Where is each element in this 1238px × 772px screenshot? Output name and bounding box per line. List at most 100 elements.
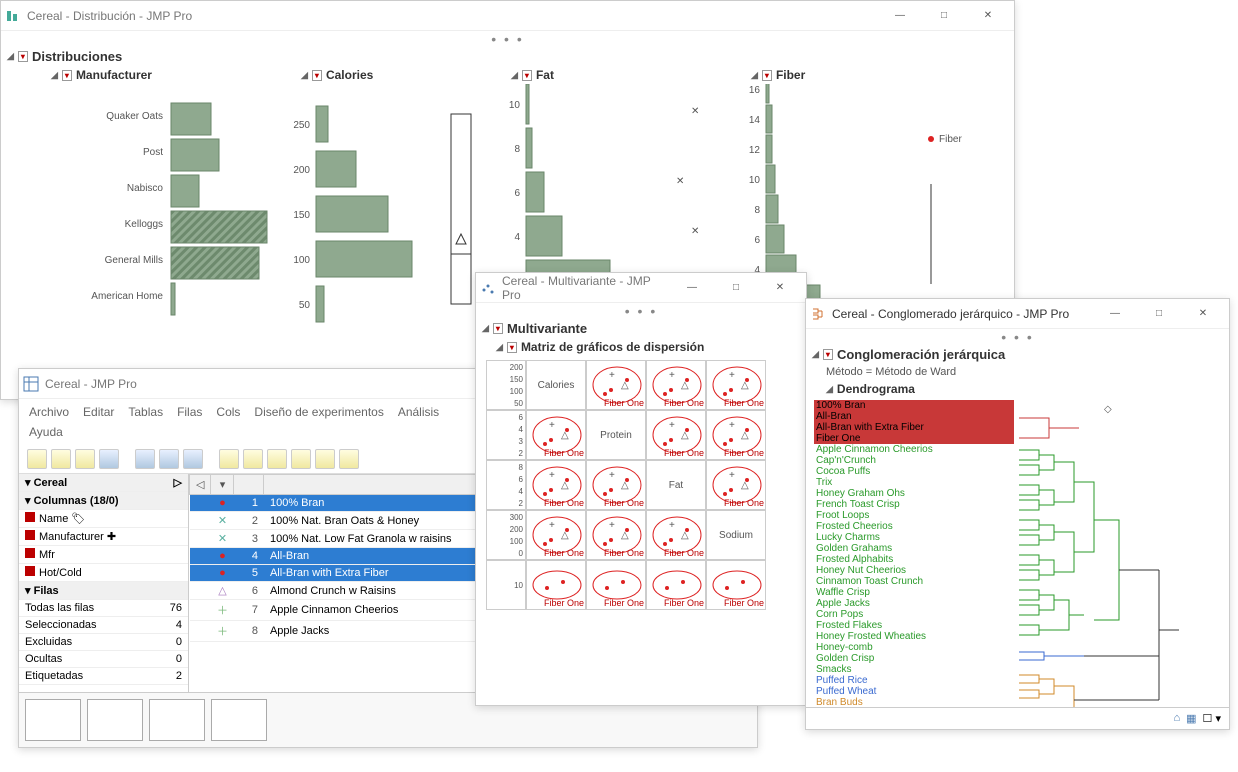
manufacturer-chart[interactable]: Quaker OatsPostNabiscoKelloggsGeneral Mi… [31, 84, 281, 334]
dendro-item[interactable]: Honey-comb [814, 642, 1014, 653]
thumb-2[interactable] [87, 699, 143, 741]
tb-script[interactable] [339, 449, 359, 469]
dendro-item[interactable]: Frosted Flakes [814, 620, 1014, 631]
distribuciones-header[interactable]: ◢ ▾ Distribuciones [1, 47, 1014, 66]
dendro-item[interactable]: Frosted Alphabits [814, 554, 1014, 565]
dendro-item[interactable]: Fiber One [814, 433, 1014, 444]
dendrogram-header[interactable]: ◢Dendrograma [806, 380, 1229, 398]
thumb-3[interactable] [149, 699, 205, 741]
close-button[interactable]: ✕ [758, 274, 802, 302]
tb-save2[interactable] [99, 449, 119, 469]
dendro-item[interactable]: Frosted Cheerios [814, 521, 1014, 532]
filas-header[interactable]: ▾ Filas [19, 582, 188, 600]
dendrogram-tree[interactable]: ◇ [1014, 400, 1194, 707]
dendro-item[interactable]: Bran Buds [814, 697, 1014, 707]
layout-icon[interactable]: ▦ [1186, 712, 1196, 725]
dendro-item[interactable]: Trix [814, 477, 1014, 488]
col-manufacturer[interactable]: Manufacturer ✚ [19, 528, 188, 546]
stat-sel[interactable]: Seleccionadas4 [19, 617, 188, 634]
nav-left[interactable]: ◁ [190, 475, 211, 495]
tb-cut[interactable] [135, 449, 155, 469]
tb-save[interactable] [75, 449, 95, 469]
grip-dots[interactable]: • • • [806, 329, 1229, 345]
col-name[interactable]: Name 🏷 [19, 510, 188, 528]
tb-graph[interactable] [315, 449, 335, 469]
scatter-matrix-header[interactable]: ◢▾Matriz de gráficos de dispersión [476, 338, 806, 356]
scatter-matrix[interactable]: 20015010050Calories+△Fiber One+△Fiber On… [486, 360, 796, 610]
manufacturer-header[interactable]: ◢▾Manufacturer [31, 66, 281, 84]
dendro-item[interactable]: Honey Graham Ohs [814, 488, 1014, 499]
tb-paste[interactable] [183, 449, 203, 469]
minimize-button[interactable]: — [670, 274, 714, 302]
dendro-item[interactable]: Golden Grahams [814, 543, 1014, 554]
dendro-item[interactable]: Corn Pops [814, 609, 1014, 620]
maximize-button[interactable]: □ [1137, 300, 1181, 328]
tb-fit[interactable] [291, 449, 311, 469]
menu-doe[interactable]: Diseño de experimentos [254, 405, 383, 419]
dendro-item[interactable]: Lucky Charms [814, 532, 1014, 543]
tb-open[interactable] [51, 449, 71, 469]
dendro-item[interactable]: Cocoa Puffs [814, 466, 1014, 477]
menu-analisis[interactable]: Análisis [398, 405, 439, 419]
maximize-button[interactable]: □ [922, 2, 966, 30]
grip-dots[interactable]: • • • [1, 31, 1014, 47]
thumb-4[interactable] [211, 699, 267, 741]
dendro-item[interactable]: Cap'n'Crunch [814, 455, 1014, 466]
columns-header[interactable]: ▾ Columnas (18/0) [19, 492, 188, 510]
menu-filas[interactable]: Filas [177, 405, 202, 419]
menu-editar[interactable]: Editar [83, 405, 114, 419]
stat-todas[interactable]: Todas las filas76 [19, 600, 188, 617]
multivariate-window[interactable]: Cereal - Multivariante - JMP Pro — □ ✕ •… [475, 272, 807, 706]
dendro-item[interactable]: 100% Bran [814, 400, 1014, 411]
disclosure-icon[interactable]: ◢ [7, 51, 14, 62]
dendro-item[interactable]: Puffed Rice [814, 675, 1014, 686]
minimize-button[interactable]: — [1093, 300, 1137, 328]
home-icon[interactable]: ⌂ [1173, 712, 1180, 725]
tb-grid[interactable] [219, 449, 239, 469]
minimize-button[interactable]: — [878, 2, 922, 30]
cluster-section-header[interactable]: ◢▾Conglomeración jerárquica [806, 345, 1229, 364]
dendro-item[interactable]: Honey Frosted Wheaties [814, 631, 1014, 642]
cereal-header[interactable]: ▾ Cereal▷ [19, 474, 188, 492]
close-button[interactable]: ✕ [966, 2, 1010, 30]
menu-cols[interactable]: Cols [216, 405, 240, 419]
tb-new[interactable] [27, 449, 47, 469]
col-mfr[interactable]: Mfr [19, 546, 188, 564]
fat-header[interactable]: ◢▾Fat [491, 66, 731, 84]
hotspot-icon[interactable]: ▾ [18, 51, 28, 62]
close-button[interactable]: ✕ [1181, 300, 1225, 328]
dendro-item[interactable]: Smacks [814, 664, 1014, 675]
dendro-item[interactable]: Froot Loops [814, 510, 1014, 521]
stat-ocu[interactable]: Ocultas0 [19, 651, 188, 668]
tb-dist[interactable] [267, 449, 287, 469]
dendro-item[interactable]: All-Bran [814, 411, 1014, 422]
cluster-window[interactable]: Cereal - Conglomerado jerárquico - JMP P… [805, 298, 1230, 730]
calories-header[interactable]: ◢▾Calories [281, 66, 491, 84]
tb-copy[interactable] [159, 449, 179, 469]
stat-exc[interactable]: Excluidas0 [19, 634, 188, 651]
fiber-header[interactable]: ◢▾Fiber [731, 66, 971, 84]
checkbox[interactable]: ☐ ▾ [1203, 712, 1221, 725]
menu-archivo[interactable]: Archivo [29, 405, 69, 419]
dendro-item[interactable]: Golden Crisp [814, 653, 1014, 664]
calories-chart[interactable]: 50100150200250 [281, 84, 491, 334]
multivariante-header[interactable]: ◢▾Multivariante [476, 319, 806, 338]
dendro-item[interactable]: Waffle Crisp [814, 587, 1014, 598]
dendro-item[interactable]: All-Bran with Extra Fiber [814, 422, 1014, 433]
dendro-item[interactable]: Cinnamon Toast Crunch [814, 576, 1014, 587]
dendro-item[interactable]: Apple Jacks [814, 598, 1014, 609]
col-hotcold[interactable]: Hot/Cold [19, 564, 188, 582]
stat-etq[interactable]: Etiquetadas2 [19, 668, 188, 685]
dendro-item[interactable]: Honey Nut Cheerios [814, 565, 1014, 576]
maximize-button[interactable]: □ [714, 274, 758, 302]
dendrogram-labels[interactable]: 100% BranAll-BranAll-Bran with Extra Fib… [814, 400, 1014, 705]
marker-col[interactable]: ▾ [211, 475, 234, 495]
thumb-1[interactable] [25, 699, 81, 741]
dendro-item[interactable]: French Toast Crisp [814, 499, 1014, 510]
dendro-item[interactable]: Apple Cinnamon Cheerios [814, 444, 1014, 455]
tb-calc[interactable] [243, 449, 263, 469]
dendro-item[interactable]: Puffed Wheat [814, 686, 1014, 697]
grip-dots[interactable]: • • • [476, 303, 806, 319]
menu-ayuda[interactable]: Ayuda [29, 425, 63, 439]
menu-tablas[interactable]: Tablas [128, 405, 163, 419]
